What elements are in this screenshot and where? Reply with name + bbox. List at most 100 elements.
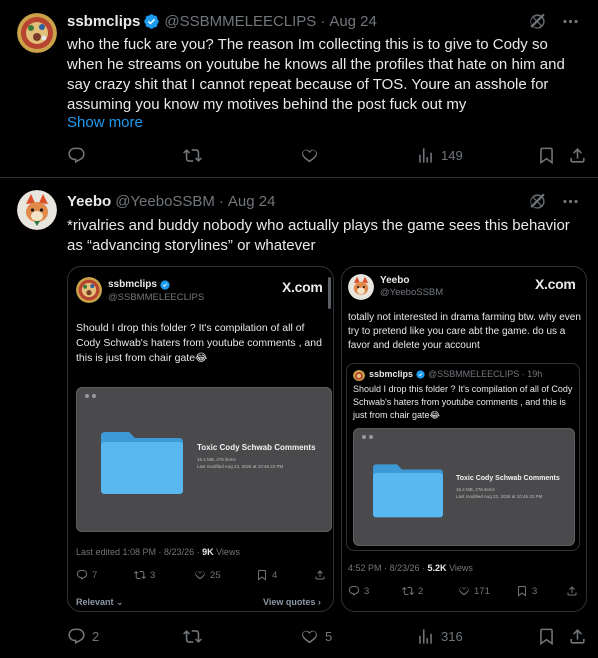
retweet-icon: [183, 630, 202, 643]
like-button[interactable]: 5: [300, 627, 332, 646]
embed-actions: 7 3 25 4: [76, 569, 326, 583]
embed-retweet: 3: [134, 569, 155, 581]
embed-handle: @YeeboSSBM: [380, 287, 444, 298]
embed-actions: 3 2 171 3: [348, 585, 582, 599]
grok-icon[interactable]: [528, 12, 547, 31]
avatar: [353, 369, 365, 381]
reply-icon: [68, 628, 85, 645]
more-icon[interactable]: [561, 192, 580, 211]
embed-quoted-post: ssbmclips @SSBMMELEECLIPS · 19h Should I…: [346, 363, 580, 551]
tweet-yeebo[interactable]: Yeebo @YeeboSSBM · Aug 24 *rivalries and…: [0, 178, 598, 658]
folder-icon: [101, 432, 183, 494]
retweet-button[interactable]: [183, 146, 208, 165]
embed-share: [314, 569, 326, 581]
display-name[interactable]: Yeebo: [67, 193, 111, 210]
embed-retweet: 2: [402, 585, 423, 597]
reply-icon: [348, 586, 360, 596]
reply-icon: [68, 147, 85, 164]
retweet-icon: [183, 149, 202, 162]
quoted-display-name: ssbmclips @SSBMMELEECLIPS · 19h: [369, 369, 543, 379]
embed-meta: Last edited 1:08 PM · 8/23/26 · 9K Views: [76, 547, 240, 557]
like-icon: [302, 149, 317, 163]
x-logo-icon: X.com: [282, 279, 323, 295]
embed-text: totally not interested in drama farming …: [348, 312, 581, 351]
display-name[interactable]: ssbmclips: [67, 13, 140, 30]
avatar: [348, 274, 374, 300]
bookmark-icon: [258, 570, 266, 581]
folder-window: Toxic Cody Schwab Comments 15.4 MB, 276 …: [353, 428, 575, 546]
folder-size: 15.4 MB, 276 items: [197, 457, 236, 462]
embed-view-quotes: View quotes ›: [263, 597, 321, 607]
timestamp[interactable]: Aug 24: [228, 193, 276, 210]
grok-icon[interactable]: [528, 192, 547, 211]
bookmark-icon: [540, 628, 553, 646]
window-controls: [85, 394, 96, 398]
tweet-text: *rivalries and buddy nobody who actually…: [67, 217, 570, 254]
like-icon: [195, 571, 205, 580]
bookmark-icon: [540, 147, 553, 165]
verified-badge-icon: [144, 13, 160, 29]
embedded-image-original-post[interactable]: ssbmclips @SSBMMELEECLIPS X.com Should I…: [67, 266, 334, 612]
like-icon: [459, 587, 469, 596]
verified-badge-icon: [160, 279, 170, 290]
share-icon: [570, 148, 585, 163]
folder-window: Toxic Cody Schwab Comments 15.4 MB, 276 …: [76, 387, 332, 532]
verified-badge-icon: [416, 369, 425, 379]
views-button[interactable]: 316: [416, 627, 463, 646]
avatar: [76, 277, 102, 303]
views-button[interactable]: 149: [416, 146, 463, 165]
bookmark-icon: [518, 586, 526, 597]
show-more-link[interactable]: Show more: [67, 114, 143, 131]
avatar[interactable]: [17, 190, 57, 230]
retweet-icon: [402, 586, 414, 596]
avatar[interactable]: [17, 13, 57, 53]
reply-button[interactable]: 2: [67, 627, 99, 646]
views-icon: [419, 629, 432, 644]
tweet-header: Yeebo @YeeboSSBM · Aug 24: [67, 192, 276, 210]
embed-bookmark: 3: [516, 585, 537, 597]
share-button[interactable]: [568, 146, 587, 165]
retweet-icon: [134, 570, 146, 580]
embed-sort-relevant: Relevant ⌄: [76, 597, 124, 607]
embed-share: [566, 585, 578, 597]
embed-bookmark: 4: [256, 569, 277, 581]
embed-like: 171: [458, 585, 490, 597]
retweet-button[interactable]: [183, 627, 208, 646]
tweet-text: who the fuck are you? The reason Im coll…: [67, 36, 565, 113]
tweet-actions: 149: [67, 146, 587, 166]
handle[interactable]: @YeeboSSBM: [115, 193, 215, 210]
embed-reply: 3: [348, 585, 369, 597]
embed-handle: @SSBMMELEECLIPS: [108, 292, 205, 303]
embedded-image-reply-post[interactable]: Yeebo @YeeboSSBM X.com totally not inter…: [341, 266, 587, 612]
views-icon: [419, 148, 432, 163]
share-icon: [570, 629, 585, 644]
bookmark-button[interactable]: [537, 627, 556, 646]
folder-title: Toxic Cody Schwab Comments: [197, 443, 316, 452]
reply-icon: [76, 570, 88, 580]
embed-reply: 7: [76, 569, 97, 581]
tweet-ssbmclips[interactable]: ssbmclips @SSBMMELEECLIPS · Aug 24 who t…: [0, 0, 598, 178]
timestamp[interactable]: Aug 24: [329, 13, 377, 30]
scrollbar: [328, 277, 331, 309]
share-button[interactable]: [568, 627, 587, 646]
folder-modified: Last modified Aug 23, 2026 at 10:46 22 P…: [197, 464, 284, 469]
reply-button[interactable]: [67, 146, 92, 165]
folder-title: Toxic Cody Schwab Comments: [456, 475, 560, 482]
embed-text: Should I drop this folder ? It's compila…: [76, 322, 322, 364]
embed-display-name: Yeebo: [380, 275, 410, 286]
embed-display-name: ssbmclips: [108, 279, 170, 290]
like-button[interactable]: [300, 146, 325, 165]
quoted-text: Should I drop this folder ? It's compila…: [353, 384, 573, 420]
folder-modified: Last modified Aug 23, 2026 at 10:46 22 P…: [456, 494, 543, 499]
tweet-actions: 2 5 316: [67, 627, 587, 647]
folder-icon: [373, 464, 443, 518]
folder-size: 15.4 MB, 276 items: [456, 487, 495, 492]
window-controls: [362, 435, 373, 439]
share-icon: [567, 586, 577, 596]
more-icon[interactable]: [561, 12, 580, 31]
embed-like: 25: [194, 569, 221, 581]
handle[interactable]: @SSBMMELEECLIPS: [164, 13, 316, 30]
like-icon: [302, 630, 317, 644]
top-icons: [528, 192, 580, 211]
bookmark-button[interactable]: [537, 146, 556, 165]
